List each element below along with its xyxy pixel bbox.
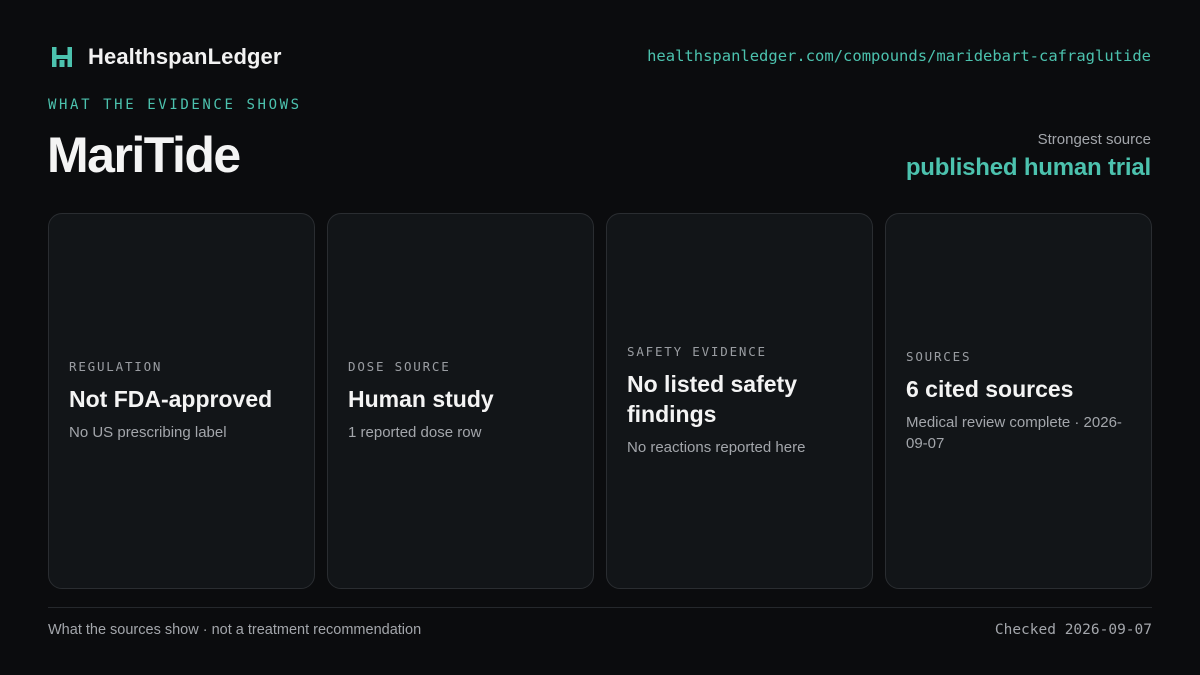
card-detail: Medical review complete · 2026-09-07	[906, 413, 1122, 452]
strongest-source-label: Strongest source	[1037, 131, 1151, 148]
card-dose-source: DOSE SOURCE Human study 1 reported dose …	[327, 213, 594, 589]
page-url[interactable]: healthspanledger.com/compounds/maridebar…	[647, 47, 1151, 65]
card-sources: SOURCES 6 cited sources Medical review c…	[885, 213, 1152, 589]
card-detail: 1 reported dose row	[348, 424, 482, 441]
evidence-cards: REGULATION Not FDA-approved No US prescr…	[48, 213, 1152, 589]
card-detail: No reactions reported here	[627, 439, 806, 456]
card-label: DOSE SOURCE	[348, 359, 451, 374]
evidence-page: HealthspanLedger healthspanledger.com/co…	[0, 0, 1200, 675]
page-title: MariTide	[47, 127, 241, 183]
card-regulation: REGULATION Not FDA-approved No US prescr…	[48, 213, 315, 589]
card-value: Not FDA-approved	[69, 386, 273, 412]
card-detail: No US prescribing label	[69, 424, 227, 441]
checked-date: Checked 2026-09-07	[994, 622, 1152, 638]
footer-divider	[48, 607, 1152, 608]
card-value: No listed safety findings	[627, 371, 797, 427]
card-label: SOURCES	[906, 348, 972, 364]
brand[interactable]: HealthspanLedger	[50, 44, 282, 70]
card-label: SAFETY EVIDENCE	[627, 344, 767, 359]
card-label: REGULATION	[69, 359, 163, 374]
ledger-h-icon	[52, 47, 72, 67]
footer-disclaimer: What the sources show · not a treatment …	[48, 622, 422, 638]
card-safety-evidence: SAFETY EVIDENCE No listed safety finding…	[606, 213, 873, 589]
card-value: 6 cited sources	[906, 375, 1074, 402]
brand-name: HealthspanLedger	[88, 44, 282, 69]
card-value: Human study	[348, 386, 494, 412]
section-eyebrow: WHAT THE EVIDENCE SHOWS	[48, 97, 302, 113]
strongest-source: Strongest source published human trial	[906, 131, 1151, 182]
strongest-source-value: published human trial	[905, 154, 1151, 181]
